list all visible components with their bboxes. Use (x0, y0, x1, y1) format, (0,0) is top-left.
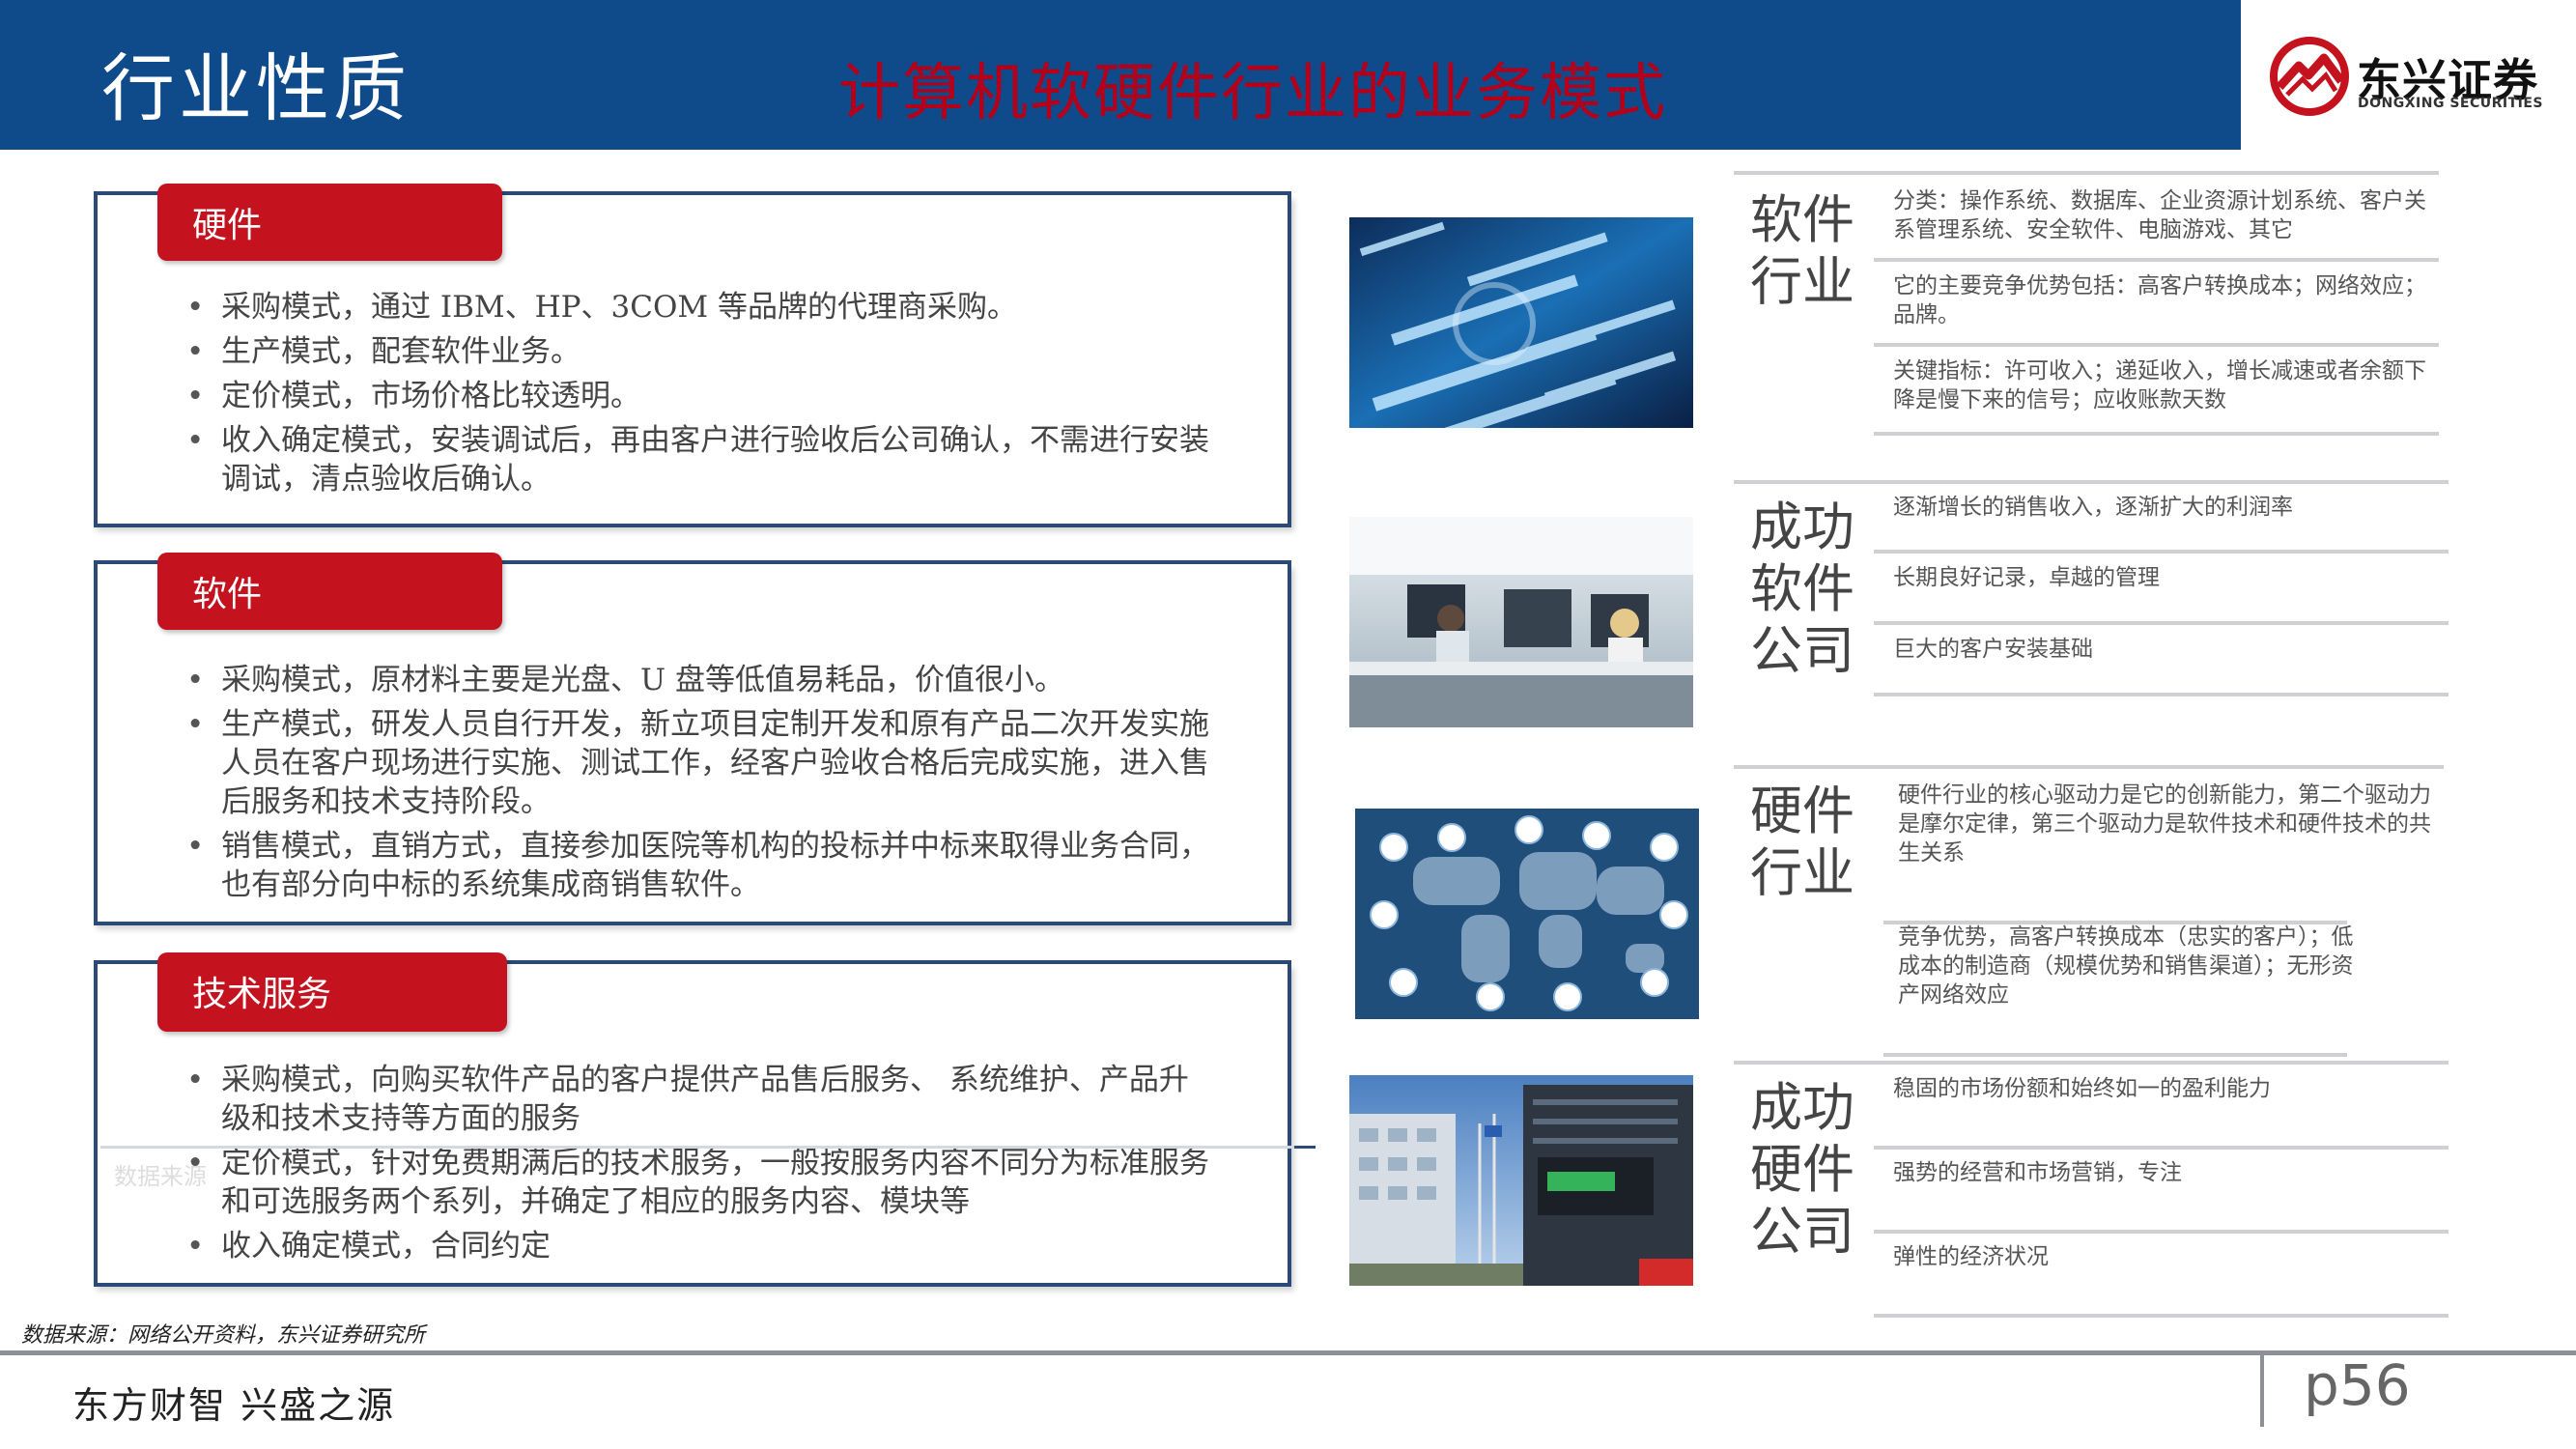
right-divider (1734, 765, 2444, 769)
group-item: 关键指标：许可收入；递延收入，增长减速或者余额下降是慢下来的信号；应收账款天数 (1893, 358, 2426, 412)
footer-divider (0, 1350, 2576, 1355)
office-workers-image (1349, 517, 1693, 727)
right-divider (1874, 258, 2439, 262)
office-building-image (1349, 1075, 1693, 1286)
group-item: 竞争优势，高客户转换成本（忠实的客户）；低成本的制造商（规模优势和销售渠道）；无… (1898, 924, 2354, 1008)
right-divider (1874, 693, 2449, 696)
group-item: 它的主要竞争优势包括：高客户转换成本；网络效应；品牌。 (1893, 273, 2426, 327)
right-divider (1734, 1061, 2449, 1065)
logo-name-en: DONGXING SECURITIES (2358, 96, 2543, 111)
group-item: 长期良好记录，卓越的管理 (1893, 565, 2160, 590)
footer-slogan: 东方财智 兴盛之源 (72, 1384, 396, 1427)
right-divider (1874, 621, 2449, 625)
section-tab-label: 硬件 (192, 206, 263, 245)
right-divider (1883, 1053, 2347, 1057)
group-item: 硬件行业的核心驱动力是它的创新能力，第二个驱动力是摩尔定律，第三个驱动力是软件技… (1898, 782, 2431, 866)
bullet-item: 销售模式，直销方式，直接参加医院等机构的投标并中标来取得业务合同， 也有部分向中… (184, 827, 1218, 904)
bullet-item: 生产模式，研发人员自行开发，新立项目定制开发和原有产品二次开发实施人员在客户现场… (184, 705, 1218, 821)
right-divider (1874, 550, 2449, 554)
page-number: p56 (2304, 1352, 2411, 1418)
bullet-item: 定价模式，针对免费期满后的技术服务，一般按服务内容不同分为标准服务和可选服务两个… (184, 1144, 1218, 1221)
section-tab-label: 技术服务 (192, 975, 332, 1014)
group-heading-successful-hardware-company: 成功 硬件 公司 (1750, 1077, 1854, 1262)
group-item: 稳固的市场份额和始终如一的盈利能力 (1893, 1076, 2271, 1101)
group-item: 弹性的经济状况 (1893, 1244, 2049, 1269)
right-divider (1874, 1230, 2449, 1234)
group-item: 逐渐增长的销售收入，逐渐扩大的利润率 (1893, 495, 2293, 520)
right-divider (1734, 480, 2449, 484)
bullet-item: 采购模式，向购买软件产品的客户提供产品售后服务、 系统维护、产品升级和技术支持等… (184, 1061, 1218, 1138)
bullet-item: 采购模式，原材料主要是光盘、U 盘等低值易耗品，价值很小。 (184, 661, 1218, 699)
section-hardware-bullets: 采购模式，通过 IBM、HP、3COM 等品牌的代理商采购。 生产模式，配套软件… (184, 288, 1218, 504)
code-screen-image (1349, 217, 1693, 428)
bullet-item: 采购模式，通过 IBM、HP、3COM 等品牌的代理商采购。 (184, 288, 1218, 327)
bullet-item: 生产模式，配套软件业务。 (184, 332, 1218, 371)
section-service-tab: 技术服务 (157, 952, 507, 1032)
group-heading-software-industry: 软件 行业 (1750, 189, 1854, 312)
group-item: 强势的经营和市场营销，专注 (1893, 1160, 2182, 1185)
connector-tick (1294, 1146, 1316, 1149)
right-divider (1874, 343, 2439, 347)
page-title: 行业性质 (101, 45, 410, 131)
section-software-tab: 软件 (157, 553, 502, 630)
world-map-network-image (1355, 809, 1699, 1019)
bullet-item: 定价模式，市场价格比较透明。 (184, 377, 1218, 415)
bullet-item: 收入确定模式，安装调试后，再由客户进行验收后公司确认，不需进行安装调试，清点验收… (184, 421, 1218, 498)
right-divider (1734, 171, 2439, 175)
bullet-item: 收入确定模式，合同约定 (184, 1227, 1218, 1265)
group-heading-successful-software-company: 成功 软件 公司 (1750, 497, 1854, 681)
right-divider (1874, 1146, 2449, 1150)
dongxing-logo-icon (2270, 37, 2349, 116)
group-item: 分类：操作系统、数据库、企业资源计划系统、客户关系管理系统、安全软件、电脑游戏、… (1893, 188, 2426, 242)
data-source-note: 数据来源：网络公开资料，东兴证券研究所 (21, 1323, 426, 1348)
group-heading-hardware-industry: 硬件 行业 (1750, 781, 1854, 903)
section-software-bullets: 采购模式，原材料主要是光盘、U 盘等低值易耗品，价值很小。 生产模式，研发人员自… (184, 661, 1218, 910)
section-hardware-tab: 硬件 (157, 184, 502, 261)
right-divider (1874, 1314, 2449, 1318)
right-divider (1874, 432, 2439, 436)
ghost-divider (100, 1146, 1316, 1149)
ghost-source-text: 数据来源 (114, 1163, 207, 1190)
page-number-separator (2260, 1354, 2264, 1427)
group-item: 巨大的客户安装基础 (1893, 637, 2093, 662)
section-tab-label: 软件 (192, 575, 263, 614)
section-service-bullets: 采购模式，向购买软件产品的客户提供产品售后服务、 系统维护、产品升级和技术支持等… (184, 1061, 1218, 1271)
slide-subtitle: 计算机软硬件行业的业务模式 (838, 58, 1667, 129)
